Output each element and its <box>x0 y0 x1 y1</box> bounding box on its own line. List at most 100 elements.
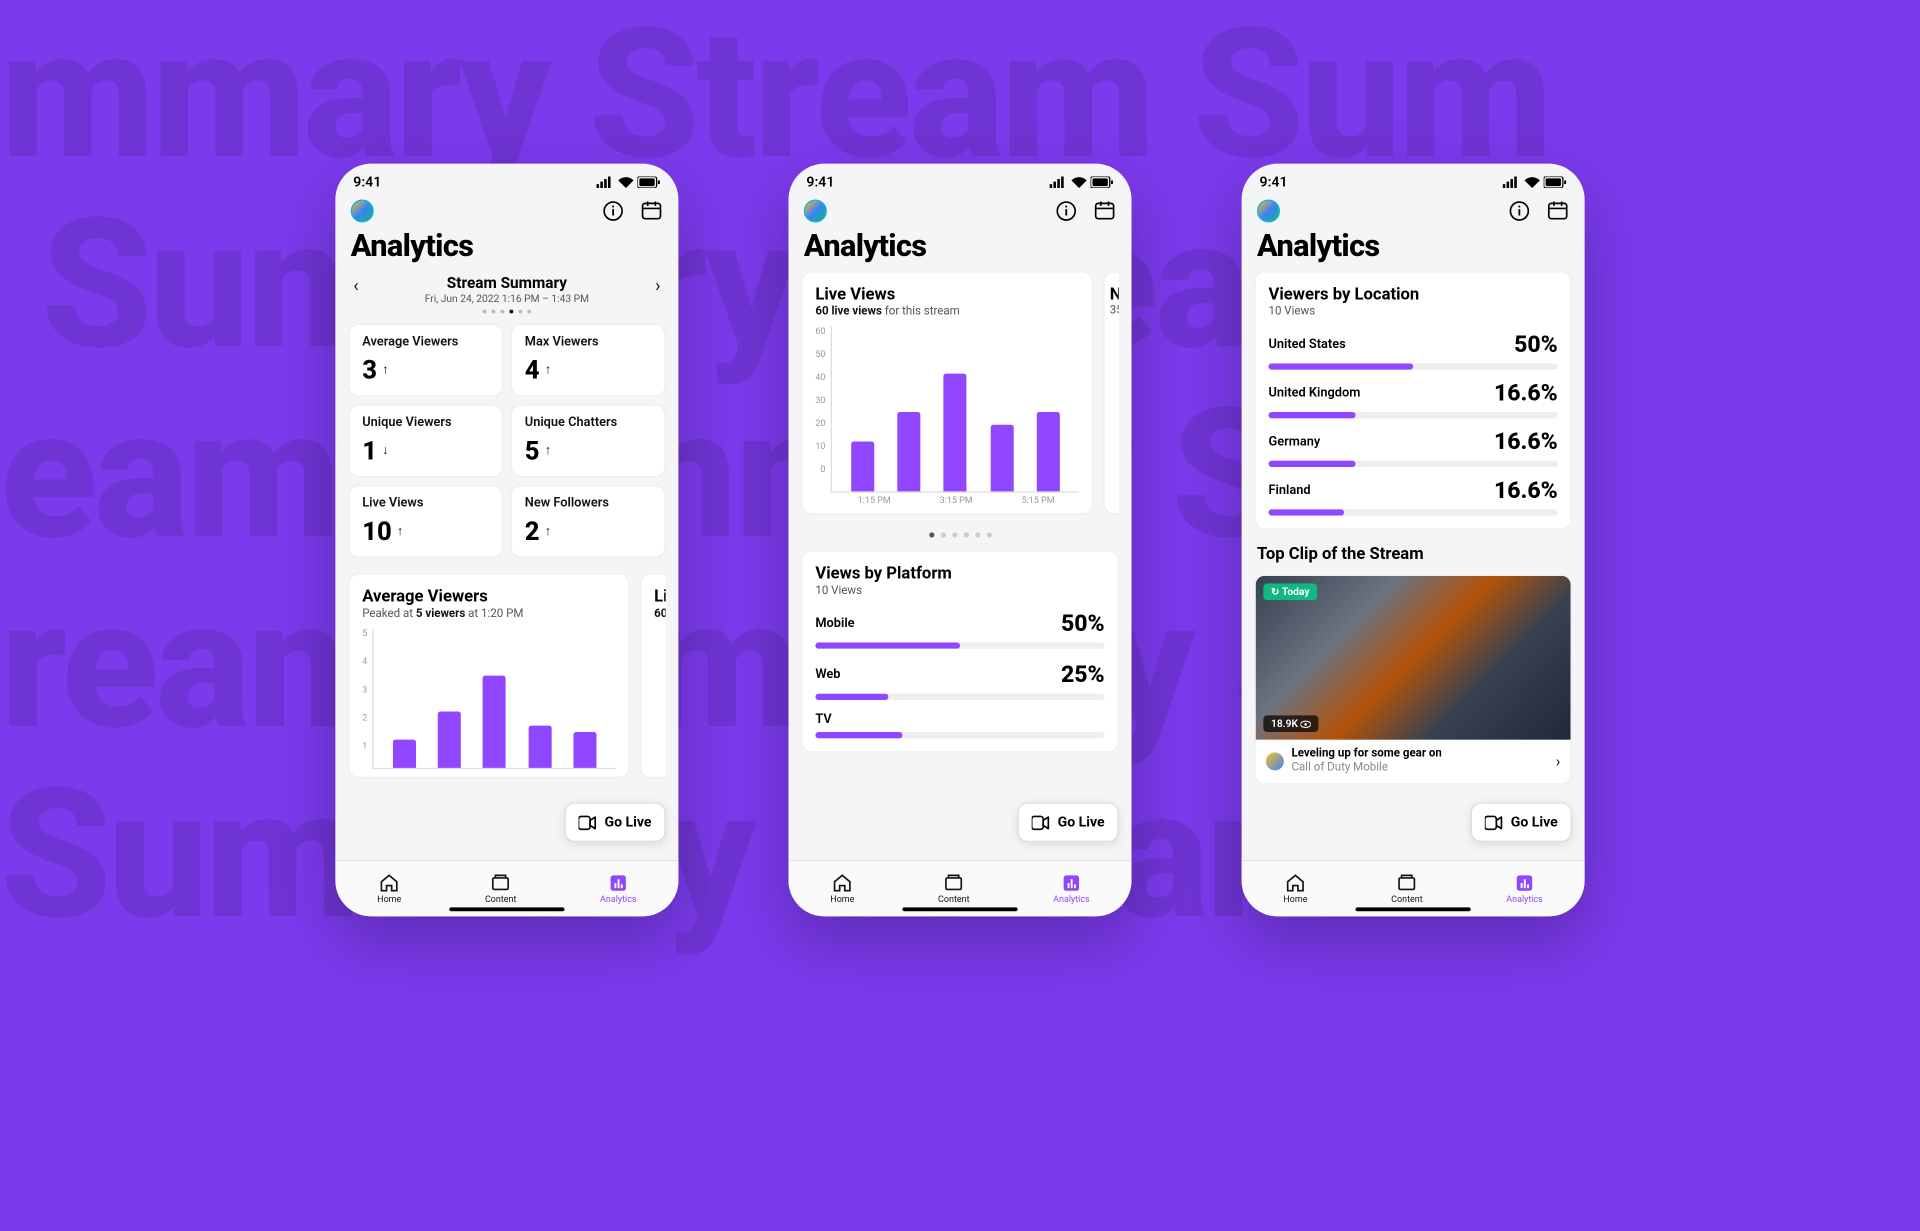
card-subtitle: 10 Views <box>1268 306 1557 319</box>
tab-content[interactable]: Content <box>1391 873 1422 905</box>
calendar-icon[interactable] <box>640 200 663 223</box>
chart-bars <box>374 628 616 768</box>
info-icon[interactable] <box>1508 200 1531 223</box>
location-name: United Kingdom <box>1268 386 1360 400</box>
stat-card[interactable]: New Followers 2 ↑ <box>511 485 666 558</box>
status-icons <box>596 176 660 188</box>
video-icon <box>1485 815 1503 830</box>
go-live-label: Go Live <box>604 814 651 831</box>
average-viewers-chart[interactable]: Average Viewers Peaked at 5 viewers at 1… <box>348 573 630 778</box>
avatar[interactable] <box>351 200 374 223</box>
page-header <box>788 200 1131 228</box>
page-header <box>335 200 678 228</box>
bar <box>851 442 874 492</box>
stream-summary-header: ‹ Stream Summary Fri, Jun 24, 2022 1:16 … <box>335 271 678 318</box>
location-pct: 50% <box>1514 331 1558 358</box>
stat-card[interactable]: Unique Chatters 5 ↑ <box>511 404 666 477</box>
info-icon[interactable] <box>1055 200 1078 223</box>
location-pct: 16.6% <box>1494 380 1558 407</box>
content-icon <box>944 873 964 893</box>
video-icon <box>1032 815 1050 830</box>
clip-game: Call of Duty Mobile <box>1292 761 1442 775</box>
stat-value: 10 <box>362 516 392 547</box>
clip-avatar <box>1266 752 1284 770</box>
content-icon <box>1397 873 1417 893</box>
x-tick: 1:15 PM <box>858 495 891 505</box>
live-views-chart[interactable]: Live Views 60 live views for this stream… <box>801 271 1093 514</box>
phone-screen-3: 9:41 Analytics Viewers by Location 10 Vi… <box>1242 164 1585 917</box>
phone-screen-2: 9:41 Analytics Live Views 60 live views … <box>788 164 1131 917</box>
stat-card[interactable]: Unique Viewers 1 ↓ <box>348 404 503 477</box>
go-live-label: Go Live <box>1511 814 1558 831</box>
calendar-icon[interactable] <box>1546 200 1569 223</box>
tab-analytics[interactable]: Analytics <box>1506 873 1543 905</box>
avatar[interactable] <box>804 200 827 223</box>
chart-title: Live Views <box>815 285 1079 304</box>
progress-bar <box>815 694 1104 700</box>
card-title: Viewers by Location <box>1268 285 1557 304</box>
top-clip-card[interactable]: ↻ Today 18.9K Leveling up for some gear … <box>1254 575 1571 785</box>
go-live-button[interactable]: Go Live <box>1018 802 1119 842</box>
location-name: United States <box>1268 338 1345 352</box>
tab-home[interactable]: Home <box>377 873 401 905</box>
stat-card[interactable]: Average Viewers 3 ↑ <box>348 324 503 397</box>
go-live-button[interactable]: Go Live <box>1471 802 1572 842</box>
location-row: Germany16.6% <box>1268 429 1557 467</box>
location-row: United Kingdom 16.6% <box>1268 380 1557 418</box>
chevron-right-icon[interactable]: › <box>655 276 660 296</box>
x-axis: 1:15 PM3:15 PM5:15 PM <box>833 495 1079 505</box>
stat-value: 5 <box>525 435 540 466</box>
status-bar: 9:41 <box>335 164 678 200</box>
calendar-icon[interactable] <box>1093 200 1116 223</box>
bar <box>393 740 416 768</box>
bar <box>944 373 967 491</box>
tab-content[interactable]: Content <box>938 873 969 905</box>
chart-subtitle: 60 live views for this stream <box>815 306 1079 319</box>
trend-up-icon: ↑ <box>545 363 551 377</box>
tab-home[interactable]: Home <box>830 873 854 905</box>
trend-up-icon: ↑ <box>545 443 551 457</box>
go-live-button[interactable]: Go Live <box>565 802 666 842</box>
page-title: Analytics <box>1242 228 1585 272</box>
bar <box>990 425 1013 491</box>
stat-card[interactable]: Max Viewers 4 ↑ <box>511 324 666 397</box>
chevron-right-icon: › <box>1556 752 1561 770</box>
partial-chart-card[interactable]: Liv 60 liv <box>640 573 666 778</box>
progress-bar <box>1268 363 1557 369</box>
bar <box>1037 412 1060 492</box>
x-tick: 3:15 PM <box>940 495 973 505</box>
chevron-left-icon[interactable]: ‹ <box>353 276 358 296</box>
tab-analytics[interactable]: Analytics <box>1053 873 1090 905</box>
clip-badge: ↻ Today <box>1263 584 1317 601</box>
partial-card[interactable]: N 35 <box>1103 271 1118 514</box>
platform-row: Mobile50% <box>815 610 1104 648</box>
status-icons <box>1503 176 1567 188</box>
location-row: Finland16.6% <box>1268 477 1557 515</box>
tab-home[interactable]: Home <box>1283 873 1307 905</box>
stat-value: 2 <box>525 516 540 547</box>
platform-row: TV <box>815 713 1104 739</box>
progress-bar <box>1268 461 1557 467</box>
stat-label: Unique Viewers <box>362 416 489 430</box>
home-icon <box>832 873 852 893</box>
tab-analytics[interactable]: Analytics <box>600 873 637 905</box>
info-icon[interactable] <box>602 200 625 223</box>
avatar[interactable] <box>1257 200 1280 223</box>
bar <box>528 726 551 768</box>
status-icons <box>1050 176 1114 188</box>
go-live-label: Go Live <box>1058 814 1105 831</box>
home-icon <box>1285 873 1305 893</box>
tab-content[interactable]: Content <box>485 873 516 905</box>
phone-screen-1: 9:41 Analytics ‹ Stream Summary Fri, Jun… <box>335 164 678 917</box>
progress-bar <box>815 642 1104 648</box>
platform-pct: 50% <box>1061 610 1105 637</box>
content-icon <box>490 873 510 893</box>
trend-down-icon: ↓ <box>382 443 388 457</box>
analytics-icon <box>608 873 628 893</box>
stat-card[interactable]: Live Views 10 ↑ <box>348 485 503 558</box>
status-bar: 9:41 <box>1242 164 1585 200</box>
progress-bar <box>815 732 1104 738</box>
trend-up-icon: ↑ <box>397 524 403 538</box>
viewers-by-location-card: Viewers by Location 10 Views United Stat… <box>1254 271 1571 530</box>
platform-pct: 25% <box>1061 662 1105 689</box>
